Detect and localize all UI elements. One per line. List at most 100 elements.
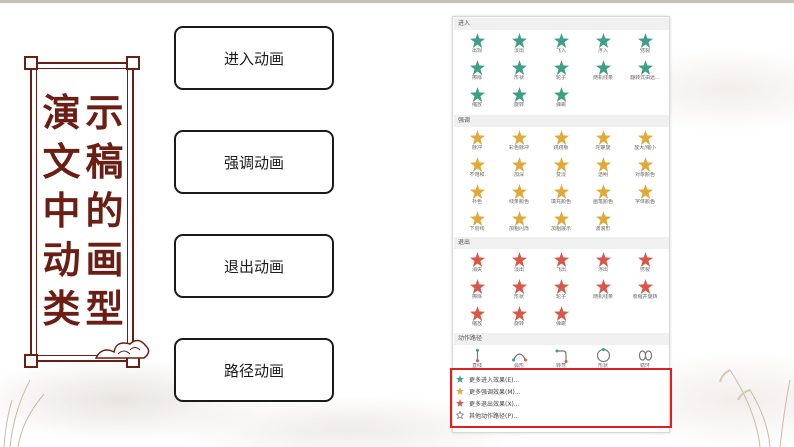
entrance-effect[interactable]: 翻转式由远... bbox=[625, 59, 665, 86]
star-icon bbox=[511, 60, 527, 75]
exit-effect[interactable]: 擦除 bbox=[457, 278, 497, 305]
motion-path-icon bbox=[638, 350, 652, 361]
entrance-effect[interactable]: 出现 bbox=[457, 32, 497, 59]
emphasis-effect[interactable]: 对象颜色 bbox=[625, 156, 665, 183]
star-icon bbox=[553, 306, 569, 321]
title-char: 稿 bbox=[85, 139, 124, 184]
star-icon bbox=[469, 306, 485, 321]
exit-effect[interactable]: 缩放 bbox=[457, 305, 497, 332]
title-char: 类 bbox=[42, 286, 81, 331]
effect-label: 出现 bbox=[471, 48, 482, 54]
entrance-effect[interactable]: 飞入 bbox=[541, 32, 581, 59]
more-paths-label: 其他动作路径(P)... bbox=[469, 412, 520, 420]
more-entrance-effects-item[interactable]: 更多进入效果(E)... bbox=[456, 374, 519, 384]
emphasis-effect[interactable]: 放大/缩小 bbox=[625, 129, 665, 156]
exit-animation-button[interactable]: 退出动画 bbox=[174, 234, 334, 298]
emphasis-effect[interactable]: 加深 bbox=[499, 156, 539, 183]
emphasis-effect[interactable]: 彩色脉冲 bbox=[499, 129, 539, 156]
star-icon bbox=[595, 130, 611, 145]
emphasis-effect[interactable]: 不饱和 bbox=[457, 156, 497, 183]
entrance-effect[interactable]: 随机线条 bbox=[583, 59, 623, 86]
more-emphasis-label: 更多强调效果(M)... bbox=[469, 388, 521, 396]
effect-label: 飞出 bbox=[555, 267, 566, 273]
effect-label: 翻转式由远... bbox=[630, 75, 660, 81]
entrance-animation-label: 进入动画 bbox=[223, 49, 284, 68]
entrance-effect[interactable]: 浮入 bbox=[583, 32, 623, 59]
emphasis-effect[interactable]: 下划线 bbox=[457, 210, 497, 237]
exit-effect[interactable]: 形状 bbox=[499, 278, 539, 305]
title-char: 示 bbox=[85, 90, 124, 135]
effect-label: 浮入 bbox=[597, 48, 608, 54]
star-icon bbox=[595, 33, 611, 48]
green-star-icon bbox=[456, 375, 464, 383]
entrance-effect[interactable]: 缩放 bbox=[457, 86, 497, 113]
effect-label: 脉冲 bbox=[471, 145, 482, 151]
more-motion-paths-item[interactable]: 其他动作路径(P)... bbox=[456, 410, 519, 420]
emphasis-effect[interactable]: 加粗闪烁 bbox=[499, 210, 539, 237]
emphasis-effect[interactable]: 波浪形 bbox=[583, 210, 623, 237]
star-icon bbox=[511, 33, 527, 48]
emphasis-effect[interactable]: 变淡 bbox=[541, 156, 581, 183]
exit-effect[interactable]: 轮子 bbox=[541, 278, 581, 305]
emphasis-effect[interactable]: 字体颜色 bbox=[625, 183, 665, 210]
emphasis-effect[interactable]: 加粗展示 bbox=[541, 210, 581, 237]
effect-label: 擦除 bbox=[471, 75, 482, 81]
exit-effect[interactable]: 旋转 bbox=[499, 305, 539, 332]
entrance-effect[interactable]: 劈裂 bbox=[625, 32, 665, 59]
exit-effect[interactable]: 浮出 bbox=[583, 251, 623, 278]
exit-animation-label: 退出动画 bbox=[223, 257, 284, 276]
emphasis-effect[interactable]: 跷跷板 bbox=[541, 129, 581, 156]
effect-label: 陀螺旋 bbox=[595, 145, 611, 151]
more-entrance-label: 更多进入效果(E)... bbox=[469, 376, 520, 384]
star-icon bbox=[469, 130, 485, 145]
entrance-effect[interactable]: 弹跳 bbox=[541, 86, 581, 113]
exit-effect[interactable]: 收缩并旋转 bbox=[625, 278, 665, 305]
entrance-effect[interactable]: 轮子 bbox=[541, 59, 581, 86]
entrance-effect[interactable]: 旋转 bbox=[499, 86, 539, 113]
emphasis-effect[interactable]: 填充颜色 bbox=[541, 183, 581, 210]
effect-label: 加粗展示 bbox=[550, 226, 571, 232]
star-icon bbox=[511, 279, 527, 294]
emphasis-effect[interactable]: 陀螺旋 bbox=[583, 129, 623, 156]
star-icon bbox=[511, 211, 527, 226]
star-icon bbox=[511, 130, 527, 145]
emphasis-effect[interactable]: 透明 bbox=[583, 156, 623, 183]
star-icon bbox=[637, 279, 653, 294]
star-icon bbox=[469, 279, 485, 294]
paths-section-header: 动作路径 bbox=[454, 333, 669, 345]
emphasis-effect[interactable]: 脉冲 bbox=[457, 129, 497, 156]
star-icon bbox=[469, 157, 485, 172]
exit-effect[interactable]: 弹跳 bbox=[541, 305, 581, 332]
emphasis-effect[interactable]: 线条颜色 bbox=[499, 183, 539, 210]
effect-label: 随机线条 bbox=[592, 75, 613, 81]
exit-effect[interactable]: 劈裂 bbox=[625, 251, 665, 278]
star-icon bbox=[469, 33, 485, 48]
more-emphasis-effects-item[interactable]: 更多强调效果(M)... bbox=[456, 386, 521, 396]
title-char: 的 bbox=[85, 188, 124, 233]
title-char: 动 bbox=[42, 237, 81, 282]
emphasis-effect[interactable]: 补色 bbox=[457, 183, 497, 210]
entrance-effect[interactable]: 淡出 bbox=[499, 32, 539, 59]
effect-label: 旋转 bbox=[513, 102, 524, 108]
cloud-ornament-icon bbox=[94, 339, 150, 359]
more-exit-label: 更多退出效果(X)... bbox=[469, 400, 520, 408]
path-animation-button[interactable]: 路径动画 bbox=[174, 338, 334, 402]
effect-label: 变淡 bbox=[555, 172, 566, 178]
star-icon bbox=[511, 87, 527, 102]
exit-effect[interactable]: 淡出 bbox=[499, 251, 539, 278]
exit-effect[interactable]: 消失 bbox=[457, 251, 497, 278]
more-exit-effects-item[interactable]: 更多退出效果(X)... bbox=[456, 398, 520, 408]
entrance-effect[interactable]: 形状 bbox=[499, 59, 539, 86]
emphasis-effect[interactable]: 画笔颜色 bbox=[583, 183, 623, 210]
effect-label: 弹跳 bbox=[555, 102, 566, 108]
effect-label: 擦除 bbox=[471, 294, 482, 300]
effect-label: 淡出 bbox=[513, 48, 524, 54]
entrance-effect[interactable]: 擦除 bbox=[457, 59, 497, 86]
exit-effect[interactable]: 飞出 bbox=[541, 251, 581, 278]
effect-label: 轮子 bbox=[555, 294, 566, 300]
exit-effect[interactable]: 随机线条 bbox=[583, 278, 623, 305]
effect-label: 轮子 bbox=[555, 75, 566, 81]
star-icon bbox=[637, 252, 653, 267]
emphasis-animation-button[interactable]: 强调动画 bbox=[174, 130, 334, 194]
entrance-animation-button[interactable]: 进入动画 bbox=[174, 26, 334, 90]
